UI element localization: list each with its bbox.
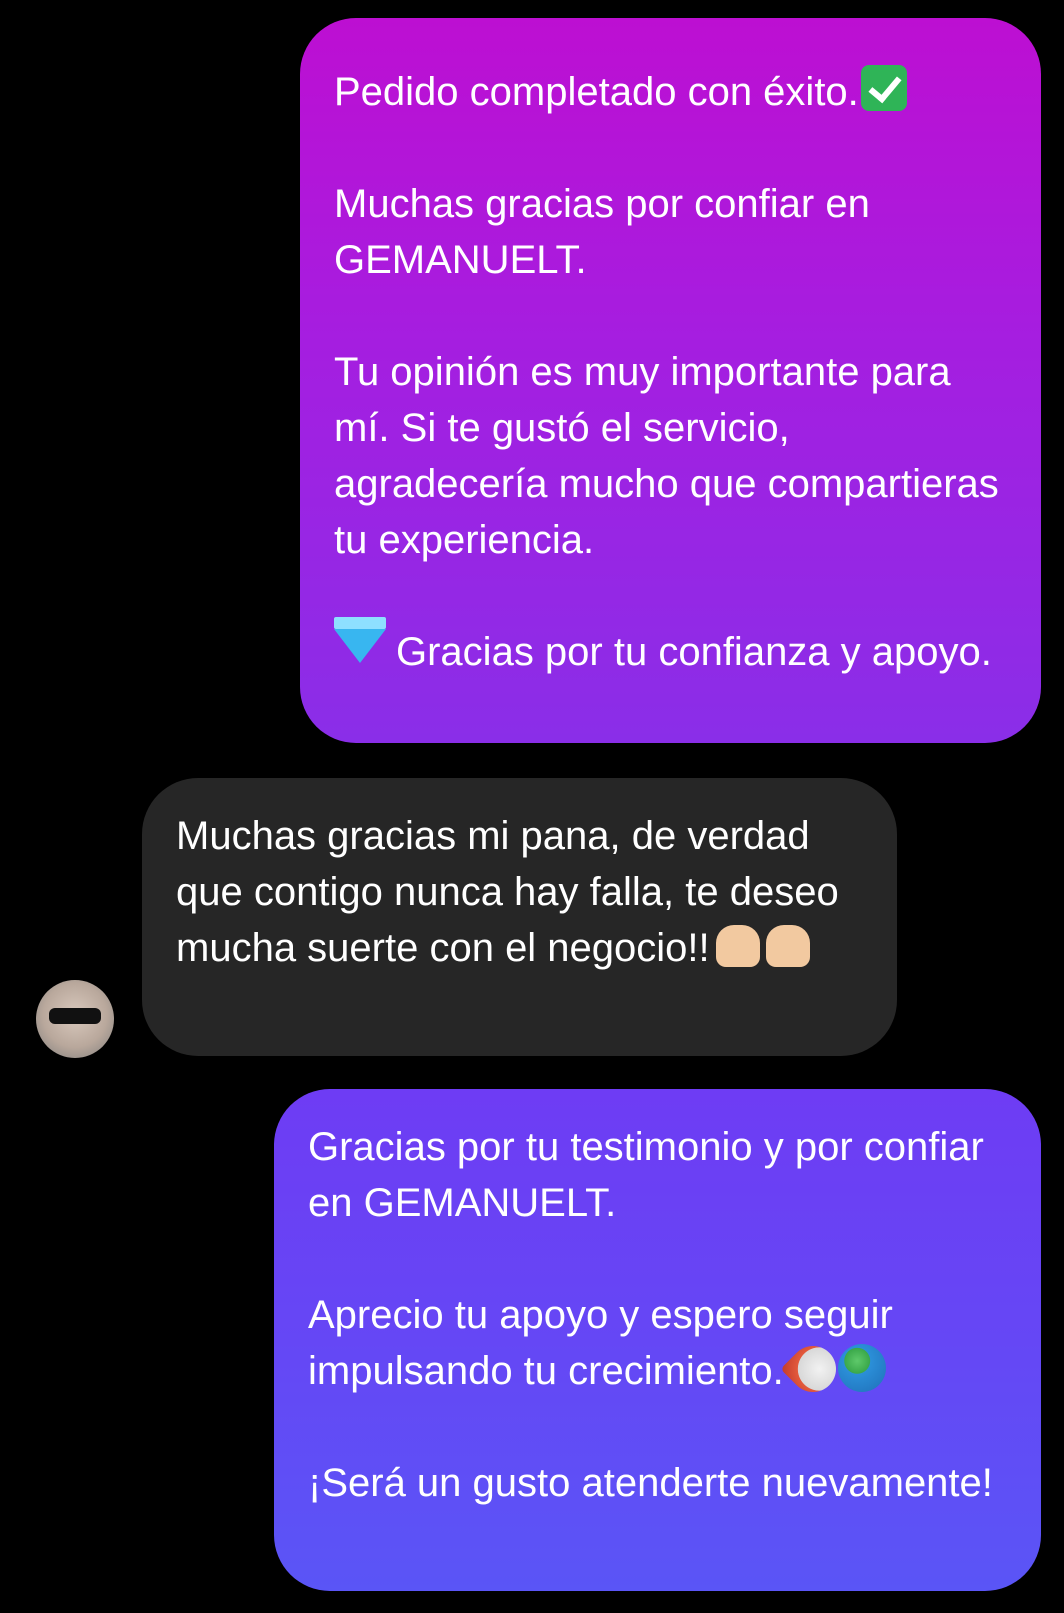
raising-hands-icon <box>715 925 760 967</box>
message-text: Tu opinión es muy importante para mí. Si… <box>334 350 1010 562</box>
message-text: Muchas gracias por confiar en GEMANUELT. <box>334 182 881 282</box>
message-text: Gracias por tu testimonio y por confiar … <box>308 1125 995 1225</box>
received-message-bubble[interactable]: Muchas gracias mi pana, de verdad que co… <box>142 778 897 1056</box>
gem-icon <box>334 617 386 663</box>
message-text: Pedido completado con éxito. <box>334 70 859 114</box>
sent-message-bubble[interactable]: Pedido completado con éxito. Muchas graci… <box>300 18 1041 743</box>
avatar-sunglasses <box>49 1008 101 1024</box>
sent-message-bubble[interactable]: Gracias por tu testimonio y por confiar … <box>274 1089 1041 1591</box>
check-mark-icon <box>860 65 907 111</box>
rocket-icon <box>780 1336 846 1402</box>
message-text: Gracias por tu confianza y apoyo. <box>396 630 992 674</box>
raising-hands-icon <box>765 925 810 967</box>
message-text: ¡Será un gusto atenderte nuevamente! <box>308 1461 993 1505</box>
globe-icon <box>837 1344 886 1392</box>
contact-avatar[interactable] <box>36 980 114 1058</box>
